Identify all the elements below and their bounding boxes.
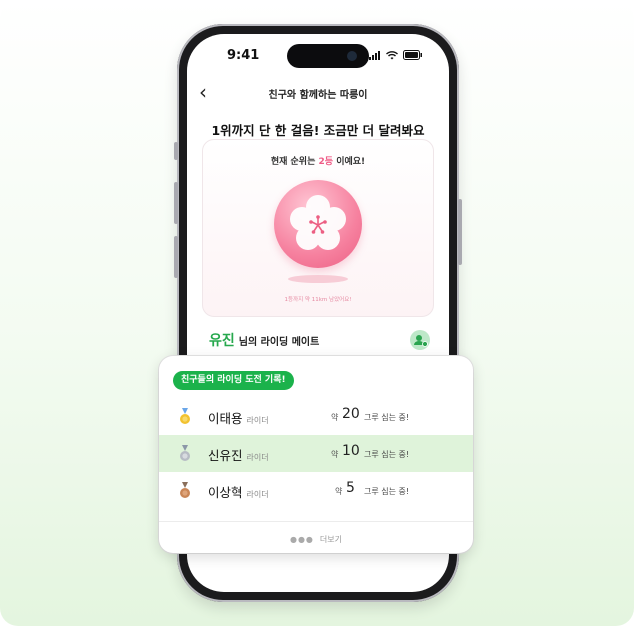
plum-blossom-icon bbox=[274, 180, 362, 268]
tree-suffix: 그루 심는 중! bbox=[364, 487, 410, 496]
challenge-badge: 친구들의 라이딩 도전 기록! bbox=[173, 371, 294, 390]
mate-label: 님의 라이딩 메이트 bbox=[238, 337, 320, 348]
tree-count: 10 bbox=[342, 443, 360, 459]
page-title: 친구와 함께하는 따릉이 bbox=[268, 90, 368, 101]
ranking-row-highlighted[interactable]: 신유진 라이더 약 10 그루 심는 중! bbox=[159, 435, 473, 472]
more-button[interactable]: ●●● 더보기 bbox=[159, 534, 473, 545]
bronze-medal-icon bbox=[180, 482, 190, 498]
top-nav: ‹ 친구와 함께하는 따릉이 bbox=[187, 78, 449, 108]
headline: 1위까지 단 한 걸음! 조금만 더 달려봐요 bbox=[211, 123, 425, 138]
riding-mate-header: 유진 님의 라이딩 메이트 bbox=[209, 330, 319, 350]
status-time: 9:41 bbox=[227, 48, 260, 63]
approx-label: 약 bbox=[331, 413, 339, 422]
wifi-icon bbox=[386, 50, 398, 59]
rank-text: 현재 순위는 2등 이예요! bbox=[270, 157, 366, 167]
signal-icon bbox=[369, 50, 380, 60]
rank-value: 2등 bbox=[318, 157, 334, 167]
tree-suffix: 그루 심는 중! bbox=[364, 413, 410, 422]
battery-icon bbox=[403, 50, 422, 60]
volume-down-button bbox=[174, 236, 178, 278]
distance-note: 1등까지 약 11km 남았어요! bbox=[284, 297, 352, 303]
status-icons bbox=[369, 50, 423, 60]
more-label: 더보기 bbox=[319, 535, 343, 544]
rider-role: 라이더 bbox=[246, 490, 269, 499]
gold-medal-icon bbox=[180, 408, 190, 424]
challenge-record-sheet: 친구들의 라이딩 도전 기록! 이태용 라이더 약 20 그루 심는 중! 신유진… bbox=[159, 356, 473, 553]
rider-name: 이태용 bbox=[208, 411, 243, 426]
user-add-icon[interactable] bbox=[410, 330, 430, 350]
more-dots-icon: ●●● bbox=[289, 535, 314, 544]
rider-role: 라이더 bbox=[246, 453, 269, 462]
tree-count: 20 bbox=[342, 406, 360, 422]
mate-name: 유진 bbox=[209, 333, 235, 349]
power-button bbox=[458, 199, 462, 265]
volume-up-button bbox=[174, 182, 178, 224]
approx-label: 약 bbox=[335, 487, 343, 496]
tree-suffix: 그루 심는 중! bbox=[364, 450, 410, 459]
approx-label: 약 bbox=[331, 450, 339, 459]
divider bbox=[159, 521, 473, 522]
ranking-row[interactable]: 이상혁 라이더 약 5 그루 심는 중! bbox=[159, 472, 473, 509]
rider-name: 신유진 bbox=[208, 448, 243, 463]
silver-medal-icon bbox=[180, 445, 190, 461]
dynamic-island bbox=[287, 44, 369, 68]
medal-shadow bbox=[288, 275, 348, 283]
tree-count: 5 bbox=[346, 480, 355, 496]
ranking-row[interactable]: 이태용 라이더 약 20 그루 심는 중! bbox=[159, 398, 473, 435]
rank-card: 현재 순위는 2등 이예요! 1등까지 약 11km 남았어요! bbox=[202, 139, 434, 317]
rider-role: 라이더 bbox=[246, 416, 269, 425]
rider-name: 이상혁 bbox=[208, 485, 243, 500]
silent-switch bbox=[174, 142, 178, 160]
